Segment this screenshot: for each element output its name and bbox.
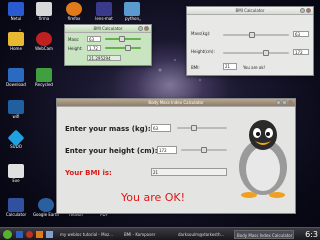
desktop-icon-recycled[interactable]: Recycled <box>30 68 58 87</box>
close-button[interactable] <box>306 8 311 13</box>
taskbar-item[interactable]: Body Mass Index Calculator <box>234 230 294 239</box>
quicklaunch-icon[interactable] <box>46 231 53 238</box>
small-mass-input[interactable]: 63 <box>87 36 101 42</box>
minimize-button[interactable] <box>300 8 305 13</box>
main-bmi-field: 21 <box>151 168 227 176</box>
main-height-label: Enter your height (cm): <box>65 147 158 155</box>
document-icon <box>36 2 52 16</box>
folder-icon <box>8 2 24 16</box>
start-menu-icon[interactable] <box>3 230 12 239</box>
slider-knob[interactable] <box>249 32 255 38</box>
close-button[interactable] <box>288 100 293 105</box>
globe-icon <box>38 198 54 212</box>
right-bmi-label: BMI: <box>191 65 200 70</box>
right-mass-slider[interactable] <box>223 32 289 38</box>
small-bmi-window: BMI Calculator Mass: 63 Height: 1.72 21.… <box>64 24 152 66</box>
main-height-slider[interactable] <box>181 147 227 153</box>
right-bmi-window: BMI Calculator Mass(kg): 63 Height(cm): … <box>186 6 314 76</box>
executable-icon <box>8 164 24 178</box>
slider-knob[interactable] <box>201 147 207 153</box>
firefox-icon <box>66 2 82 16</box>
right-bmi-message: You are ok! <box>243 65 266 70</box>
quicklaunch-icon[interactable] <box>36 231 43 238</box>
slider-knob[interactable] <box>125 45 131 51</box>
main-mass-label: Enter your mass (kg): <box>65 125 151 133</box>
main-bmi-titlebar[interactable]: Body Mass Index Calculator <box>57 99 295 107</box>
recycle-icon <box>36 68 52 82</box>
taskbar-item[interactable]: darksoulm@darkesth... <box>176 230 232 239</box>
desktop-icon-calculator[interactable]: Calculator <box>2 198 30 217</box>
taskbar-clock: 6:3 <box>305 230 318 239</box>
right-mass-input[interactable]: 63 <box>293 31 309 37</box>
python-icon <box>124 2 140 16</box>
app-icon <box>96 2 112 16</box>
desktop-icon-wifi[interactable]: wifi <box>2 100 30 119</box>
small-mass-slider[interactable] <box>105 36 141 42</box>
main-mass-slider[interactable] <box>177 125 227 131</box>
taskbar: my weblos tutorial - Moz... BMI - Kompos… <box>0 227 320 240</box>
right-mass-label: Mass(kg): <box>191 31 211 36</box>
right-bmi-titlebar[interactable]: BMI Calculator <box>187 7 313 15</box>
minimize-button[interactable] <box>138 26 143 31</box>
minimize-button[interactable] <box>276 100 281 105</box>
slider-knob[interactable] <box>119 36 125 42</box>
desktop-icon-firefox[interactable]: firefox <box>60 2 88 21</box>
slider-knob[interactable] <box>191 125 197 131</box>
taskbar-item[interactable]: BMI - Komposer <box>122 230 174 239</box>
main-bmi-label: Your BMI is: <box>65 169 112 177</box>
right-bmi-field: 21 <box>223 63 237 70</box>
desktop-icon-webcam[interactable]: WebCam <box>30 32 58 51</box>
slider-knob[interactable] <box>263 50 269 56</box>
home-icon <box>8 32 24 46</box>
main-result-message: You are OK! <box>121 191 186 204</box>
right-height-slider[interactable] <box>223 50 289 56</box>
quicklaunch-icon[interactable] <box>26 231 33 238</box>
small-height-input[interactable]: 1.72 <box>87 45 101 51</box>
right-height-label: Height(cm): <box>191 49 215 54</box>
main-mass-input[interactable]: 63 <box>151 124 171 132</box>
webcam-icon <box>36 32 52 46</box>
desktop-icon-download[interactable]: Download <box>2 68 30 87</box>
download-icon <box>8 68 24 82</box>
taskbar-item[interactable]: my weblos tutorial - Moz... <box>58 230 120 239</box>
right-height-input[interactable]: 172 <box>293 49 309 55</box>
small-bmi-titlebar[interactable]: BMI Calculator <box>65 25 151 33</box>
main-bmi-window: Body Mass Index Calculator Enter your ma… <box>56 98 296 214</box>
calculator-icon <box>8 198 24 212</box>
small-height-slider[interactable] <box>105 45 141 51</box>
desktop-icon-netul[interactable]: Netul <box>2 2 30 21</box>
desktop-icon-home[interactable]: Home <box>2 32 30 51</box>
desktop-icon-lens-mat[interactable]: lens-mat <box>90 2 118 21</box>
close-button[interactable] <box>144 26 149 31</box>
small-mass-label: Mass: <box>68 37 80 42</box>
tux-penguin-icon <box>239 120 287 198</box>
desktop-icon-python[interactable]: python <box>118 2 146 21</box>
desktop-icon-firma[interactable]: firma <box>30 2 58 21</box>
small-height-label: Height: <box>68 46 83 51</box>
desktop-icon-sudo[interactable]: SUDO <box>2 129 30 149</box>
quicklaunch-icon[interactable] <box>16 231 23 238</box>
maximize-button[interactable] <box>282 100 287 105</box>
small-result-field: 21.295294 <box>87 55 121 61</box>
main-height-input[interactable]: 172 <box>157 146 177 154</box>
wifi-icon <box>8 100 24 114</box>
desktop-icon-exe[interactable]: Exe <box>2 164 30 183</box>
